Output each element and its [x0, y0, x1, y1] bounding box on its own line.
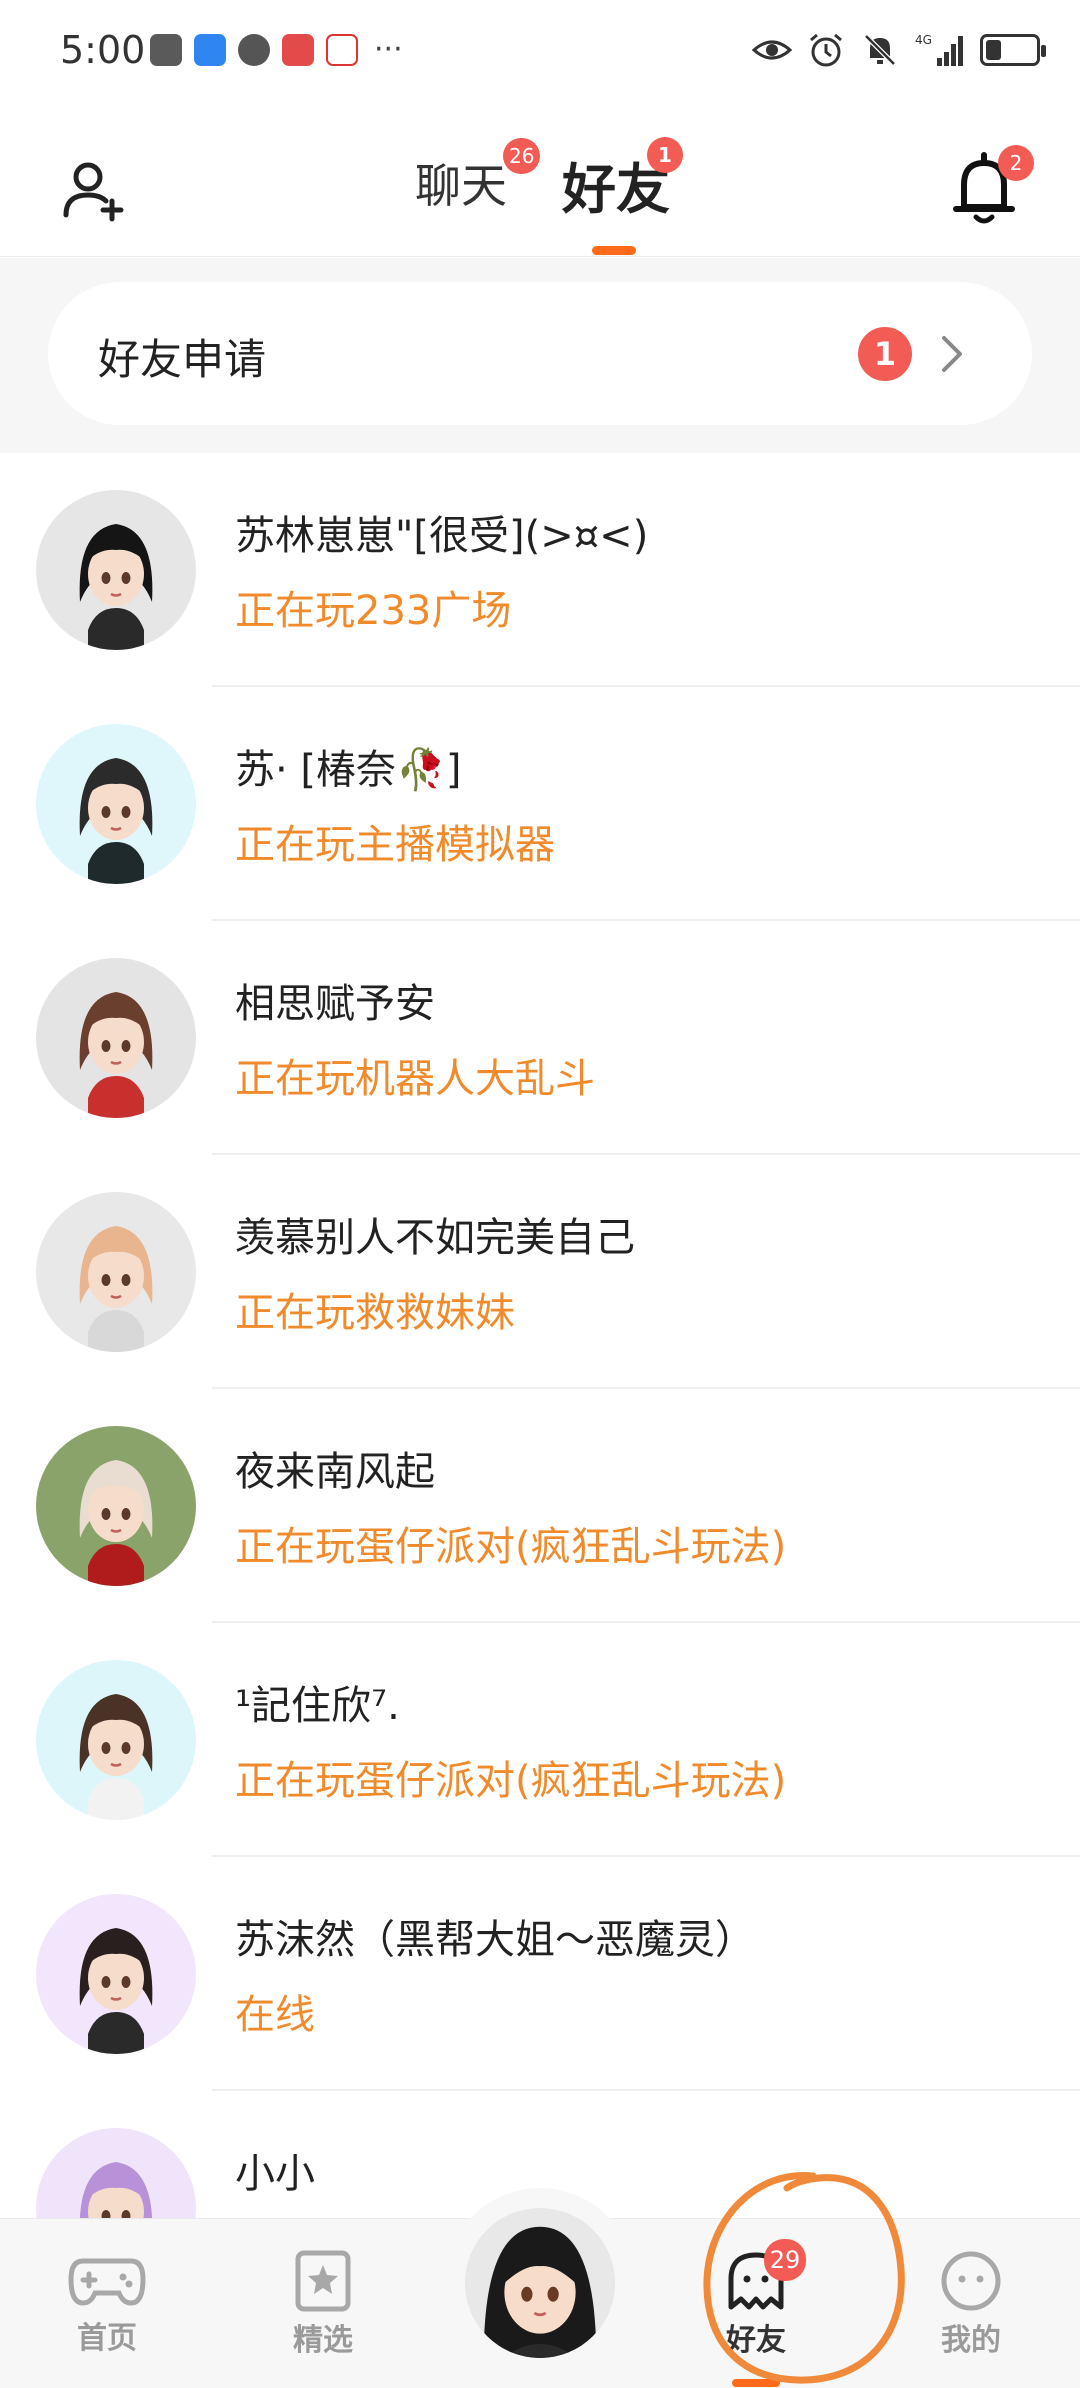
nav-me[interactable]: 我的: [891, 2249, 1051, 2359]
battery-icon: [980, 34, 1046, 66]
avatar-character-image: [36, 490, 196, 650]
nav-home-label: 首页: [77, 2321, 137, 2356]
more-notifications-icon: ···: [374, 32, 403, 67]
message-icon: [238, 34, 270, 66]
add-friend-icon[interactable]: [60, 155, 130, 225]
avatar-character-image: [36, 1192, 196, 1352]
friends-nav-badge: 29: [764, 2239, 806, 2281]
nav-active-indicator: [732, 2379, 780, 2387]
friend-row[interactable]: 苏· [椿奈🥀] 正在玩主播模拟器: [0, 687, 1080, 921]
active-tab-indicator: [592, 246, 636, 255]
notification-icons: ···: [150, 34, 403, 66]
friend-request-row[interactable]: 好友申请 1: [48, 282, 1032, 425]
friend-status: 正在玩主播模拟器: [235, 822, 555, 868]
friend-name: 小小: [235, 2151, 315, 2197]
friend-name: 苏林崽崽"[很受](>¤<): [235, 513, 649, 559]
chevron-right-icon: [942, 336, 962, 372]
avatar-character-image: [36, 1894, 196, 2054]
weather-app-icon: [194, 34, 226, 66]
tab-chat[interactable]: 聊天 26: [415, 138, 541, 216]
star-bookmark-icon: [295, 2250, 351, 2312]
friend-avatar[interactable]: [36, 1192, 196, 1352]
avatar-character-image: [36, 724, 196, 884]
friend-avatar[interactable]: [36, 490, 196, 650]
friend-name: 羡慕别人不如完美自己: [235, 1215, 635, 1261]
signal-icon: 4G: [915, 33, 963, 66]
friend-status: 在线: [235, 1992, 315, 2038]
tab-friends[interactable]: 好友 1: [562, 137, 683, 224]
friend-row[interactable]: 夜来南风起 正在玩蛋仔派对(疯狂乱斗玩法): [0, 1389, 1080, 1623]
friend-status: 正在玩救救妹妹: [235, 1290, 515, 1336]
friend-row[interactable]: 羡慕别人不如完美自己 正在玩救救妹妹: [0, 1155, 1080, 1389]
status-bar: 5:00 ··· 4G: [0, 0, 1080, 105]
mute-bell-icon: [864, 34, 896, 66]
friend-avatar[interactable]: [36, 1426, 196, 1586]
avatar: [465, 2208, 615, 2358]
nav-home[interactable]: 首页: [27, 2249, 187, 2357]
friend-request-section: 好友申请 1: [0, 258, 1080, 453]
avatar-character-image: [36, 1660, 196, 1820]
nav-featured[interactable]: 精选: [243, 2249, 403, 2359]
gamepad-icon: [68, 2258, 146, 2306]
friend-name: ¹記住欣⁷.: [235, 1683, 400, 1729]
system-icons: 4G: [752, 30, 1046, 70]
friend-avatar[interactable]: [36, 958, 196, 1118]
clock: 5:00: [60, 28, 146, 72]
tab-chat-label: 聊天: [415, 159, 507, 213]
friend-request-label: 好友申请: [98, 335, 267, 384]
face-icon: [941, 2251, 1001, 2311]
svg-text:4G: 4G: [915, 33, 932, 47]
book-app-icon: [282, 34, 314, 66]
friend-request-count-badge: 1: [858, 327, 912, 381]
friend-row[interactable]: 苏沫然（黑帮大姐～恶魔灵） 在线: [0, 1857, 1080, 2091]
alarm-icon: [810, 33, 842, 67]
avatar-character-image: [36, 958, 196, 1118]
friend-row[interactable]: 相思赋予安 正在玩机器人大乱斗: [0, 921, 1080, 1155]
event-app-icon: [326, 34, 358, 66]
friends-tab-badge: 1: [647, 137, 683, 173]
friend-name: 苏· [椿奈🥀]: [235, 747, 462, 793]
friend-name: 相思赋予安: [235, 981, 435, 1027]
friend-status: 正在玩机器人大乱斗: [235, 1056, 595, 1102]
friend-name: 夜来南风起: [235, 1449, 435, 1495]
friend-avatar[interactable]: [36, 1894, 196, 2054]
eye-icon: [752, 40, 792, 60]
friend-row[interactable]: 苏林崽崽"[很受](>¤<) 正在玩233广场: [0, 453, 1080, 687]
my-avatar-button[interactable]: [465, 2208, 615, 2358]
friend-status: 正在玩233广场: [235, 588, 512, 634]
friend-name: 苏沫然（黑帮大姐～恶魔灵）: [235, 1917, 755, 1963]
nav-friends-label: 好友: [726, 2323, 786, 2358]
avatar-character-image: [36, 1426, 196, 1586]
top-header: 聊天 26 好友 1 2: [0, 105, 1080, 257]
battery-level: [986, 40, 1001, 60]
friend-avatar[interactable]: [36, 724, 196, 884]
friend-status: 正在玩蛋仔派对(疯狂乱斗玩法): [235, 1524, 787, 1570]
friend-list: 苏林崽崽"[很受](>¤<) 正在玩233广场 苏· [椿奈🥀] 正在玩主播模拟…: [0, 453, 1080, 2325]
chat-unread-badge: 26: [503, 138, 541, 174]
nav-friends[interactable]: 好友 29: [676, 2239, 836, 2387]
nav-featured-label: 精选: [293, 2323, 353, 2358]
huawei-app-icon: [150, 34, 182, 66]
friend-row[interactable]: ¹記住欣⁷. 正在玩蛋仔派对(疯狂乱斗玩法): [0, 1623, 1080, 1857]
notification-badge: 2: [998, 145, 1034, 181]
friend-status: 正在玩蛋仔派对(疯狂乱斗玩法): [235, 1758, 787, 1804]
nav-me-label: 我的: [941, 2323, 1001, 2358]
friend-avatar[interactable]: [36, 1660, 196, 1820]
